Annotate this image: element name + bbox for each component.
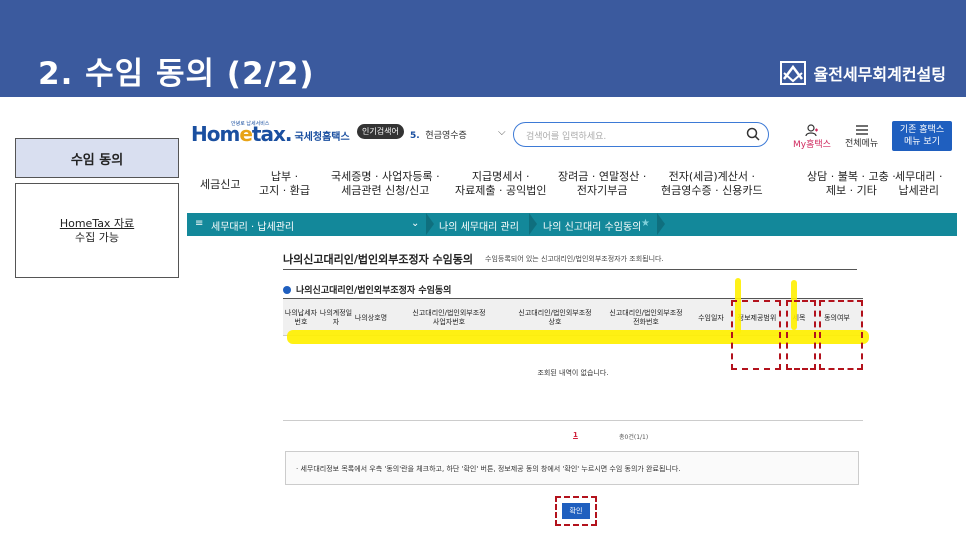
title-divider	[283, 269, 857, 270]
my-hometax-button[interactable]: My홈택스	[793, 124, 831, 150]
nav-item-payment[interactable]: 납부 · 고지 · 환급	[259, 170, 310, 198]
annotation-box-info-scope	[731, 300, 781, 370]
breadcrumb-menu[interactable]: 세무대리 · 납세관리	[211, 218, 294, 233]
breadcrumb-level3[interactable]: 나의 신고대리 수임동의	[543, 218, 641, 233]
breadcrumb: ≡ 세무대리 · 납세관리 ⌄ 나의 세무대리 관리 나의 신고대리 수임동의 …	[187, 213, 957, 236]
search-icon[interactable]	[746, 127, 760, 141]
nav-item-incentive[interactable]: 장려금 · 연말정산 · 전자기부금	[558, 170, 646, 198]
breadcrumb-separator	[657, 213, 665, 235]
annotation-box-consent	[819, 300, 863, 370]
page-number[interactable]: 1	[573, 431, 578, 439]
section-title: 나의신고대리인/법인외부조정자 수임동의	[283, 283, 451, 296]
old-btn-line1: 기존 홈택스	[899, 125, 945, 135]
popular-rank: 5.	[410, 131, 420, 141]
no-result-text: 조회된 내역이 없습니다.	[537, 369, 609, 377]
company-logo-icon	[779, 61, 806, 85]
popular-term: 현금영수증	[425, 131, 467, 141]
company-logo: 율전세무회계컨설팅	[779, 61, 946, 85]
my-hometax-label: My홈택스	[793, 140, 831, 150]
popular-search-item[interactable]: 5. 현금영수증	[410, 128, 467, 141]
nav-item-certificate[interactable]: 국세증명 · 사업자등록 · 세금관련 신청/신고	[331, 170, 440, 198]
section-title-text: 나의신고대리인/법인외부조정자 수임동의	[296, 286, 452, 296]
search-placeholder: 검색어를 입력하세요.	[526, 132, 607, 142]
chevron-down-icon[interactable]: ⌄	[411, 218, 419, 229]
page-title: 나의신고대리인/법인외부조정자 수임동의	[283, 253, 474, 266]
hamburger-icon	[855, 125, 868, 135]
all-menu-label: 전체메뉴	[845, 139, 879, 149]
left-note-box: HomeTax 자료 수집 가능	[15, 183, 179, 278]
notice-box: · 세무대리정보 목록에서 우측 '동의'란을 체크하고, 하단 '확인' 버튼…	[285, 451, 859, 485]
list-divider	[283, 420, 863, 421]
user-icon	[805, 124, 818, 137]
breadcrumb-level2[interactable]: 나의 세무대리 관리	[439, 218, 519, 233]
confirm-button[interactable]: 확인	[562, 503, 590, 519]
left-label-box: 수임 동의	[15, 138, 179, 178]
breadcrumb-separator	[426, 213, 434, 235]
hometax-logo[interactable]: 안녕로 납세서비스 Hometax. 국세청홈택스	[191, 121, 350, 146]
main-nav: 세금신고 납부 · 고지 · 환급 국세증명 · 사업자등록 · 세금관련 신청…	[187, 170, 959, 208]
all-menu-button[interactable]: 전체메뉴	[845, 124, 878, 149]
star-icon[interactable]: ★	[641, 218, 650, 229]
popular-search-badge: 인기검색어	[357, 124, 404, 139]
total-count: 총0건(1/1)	[619, 434, 649, 441]
left-note-line1: HomeTax 자료	[59, 216, 135, 230]
slide-title: 2. 수임 동의 (2/2)	[38, 56, 315, 92]
old-hometax-menu-button[interactable]: 기존 홈택스 메뉴 보기	[892, 121, 952, 151]
search-input[interactable]: 검색어를 입력하세요.	[513, 122, 769, 147]
nav-item-statement[interactable]: 지급명세서 · 자료제출 · 공익법인	[455, 170, 546, 198]
hamburger-icon[interactable]: ≡	[195, 218, 203, 229]
annotation-box-tax-item	[786, 300, 816, 370]
nav-item-tax-report[interactable]: 세금신고	[200, 178, 240, 192]
old-btn-line2: 메뉴 보기	[904, 137, 940, 147]
page-description: 수임등록되어 있는 신고대리인/법인외부조정자가 조회됩니다.	[485, 255, 664, 263]
nav-item-consult[interactable]: 상담 · 불복 · 고충 · 제보 · 기타	[807, 170, 896, 198]
slide-header: 2. 수임 동의 (2/2) 율전세무회계컨설팅	[0, 0, 966, 97]
breadcrumb-separator	[529, 213, 537, 235]
left-note-line2: 수집 가능	[75, 230, 119, 244]
hometax-screen: 안녕로 납세서비스 Hometax. 국세청홈택스 인기검색어 5. 현금영수증…	[187, 110, 959, 542]
bullet-icon	[283, 285, 291, 294]
chevron-down-icon[interactable]: ⌵	[498, 127, 506, 138]
company-name: 율전세무회계컨설팅	[813, 65, 946, 84]
highlight-mark	[287, 330, 869, 344]
nav-item-tax-agent[interactable]: 세무대리 · 납세관리	[895, 170, 942, 198]
nav-item-e-invoice[interactable]: 전자(세금)계산서 · 현금영수증 · 신용카드	[661, 170, 763, 198]
logo-sub: 국세청홈택스	[294, 132, 350, 143]
logo-tagline: 안녕로 납세서비스	[231, 121, 270, 127]
